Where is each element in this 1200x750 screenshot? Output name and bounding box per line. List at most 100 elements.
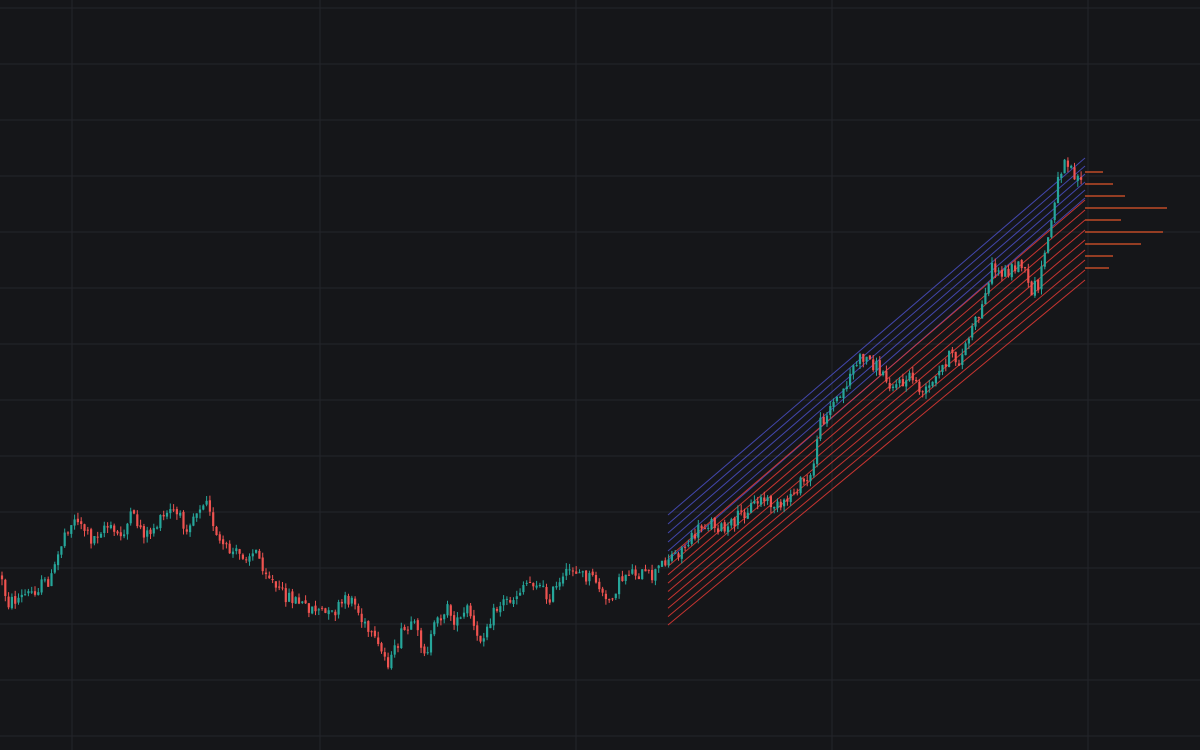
grid [0,0,1200,750]
candle-body [558,582,561,587]
candle-body [842,388,845,399]
candle-body [657,565,660,569]
candle-body [433,622,436,635]
candle-body [324,608,327,613]
candle-body [1020,260,1023,269]
candle-body [561,576,565,584]
candle-body [822,416,825,424]
candle-body [235,548,238,552]
candle-body [882,371,885,376]
candle-body [961,354,964,365]
candle-body [281,587,284,589]
candle-body [812,463,815,476]
candle-body [179,512,182,516]
candle-body [713,517,716,528]
candle-body [357,605,360,613]
candle-body [641,569,644,580]
candle-body [439,618,442,621]
candle-body [849,373,852,386]
candle-body [103,525,106,534]
candle-body [789,493,792,503]
candle-body [24,594,27,596]
candle-body [278,586,281,588]
candle-body [489,623,492,629]
candle-body [928,385,931,388]
candle-body [618,577,621,595]
candle-body [816,439,819,464]
candle-body [83,524,86,531]
candle-body [126,523,129,535]
candle-body [971,326,974,338]
candlestick-series[interactable] [0,157,1083,670]
candle-body [802,478,805,482]
candle-body [27,591,30,594]
candle-body [466,605,469,614]
candle-body [208,500,211,512]
candle-body [354,598,357,605]
candle-body [578,572,581,574]
candle-body [591,571,594,576]
candle-body [809,475,812,482]
candle-body [113,525,116,532]
candle-body [321,607,324,609]
candle-body [152,528,155,534]
candle-body [212,512,215,527]
candle-body [57,554,60,566]
candle-body [743,512,746,519]
candle-body [885,371,888,382]
candle-body [456,617,459,626]
chart-area[interactable] [0,0,1200,750]
candle-body [644,569,647,572]
candle-body [898,379,901,384]
candle-body [198,509,202,513]
candle-body [845,386,848,390]
candle-body [314,605,317,612]
candle-body [796,492,799,494]
candle-body [268,575,271,579]
candle-body [858,354,862,364]
candle-body [736,510,739,526]
candle-body [129,511,132,524]
candle-body [182,511,185,529]
candle-body [660,560,664,567]
candle-body [202,505,205,510]
candle-body [4,579,7,596]
channel-line-upper [667,173,1086,534]
candle-body [967,338,970,344]
candle-body [241,554,244,559]
candle-body [766,497,769,502]
candle-body [149,529,152,535]
candle-body [690,532,693,544]
candle-body [274,581,277,588]
candle-body [367,621,370,632]
candle-body [776,501,779,509]
candle-body [1080,177,1083,180]
candle-body [169,509,172,514]
candle-body [519,592,522,596]
candle-body [255,549,258,553]
candle-body [832,401,835,407]
candle-body [990,262,994,284]
candle-body [1014,265,1017,272]
candle-body [99,533,103,538]
candle-body [294,597,297,604]
candle-body [604,593,607,600]
candle-body [1060,173,1063,178]
channel-line-lower [667,229,1086,584]
price-chart[interactable] [0,0,1200,750]
channel-line-lower [667,249,1086,601]
candle-body [987,283,990,294]
candle-body [555,586,558,588]
candle-body [495,608,499,611]
candle-body [522,585,525,593]
candle-body [594,575,598,583]
candle-body [462,612,466,617]
candle-body [720,523,723,531]
candle-body [733,518,736,527]
candle-body [416,620,419,631]
candle-body [938,371,941,376]
candle-body [901,378,904,387]
candle-body [469,605,472,617]
candle-body [248,556,251,562]
candle-body [631,569,634,574]
